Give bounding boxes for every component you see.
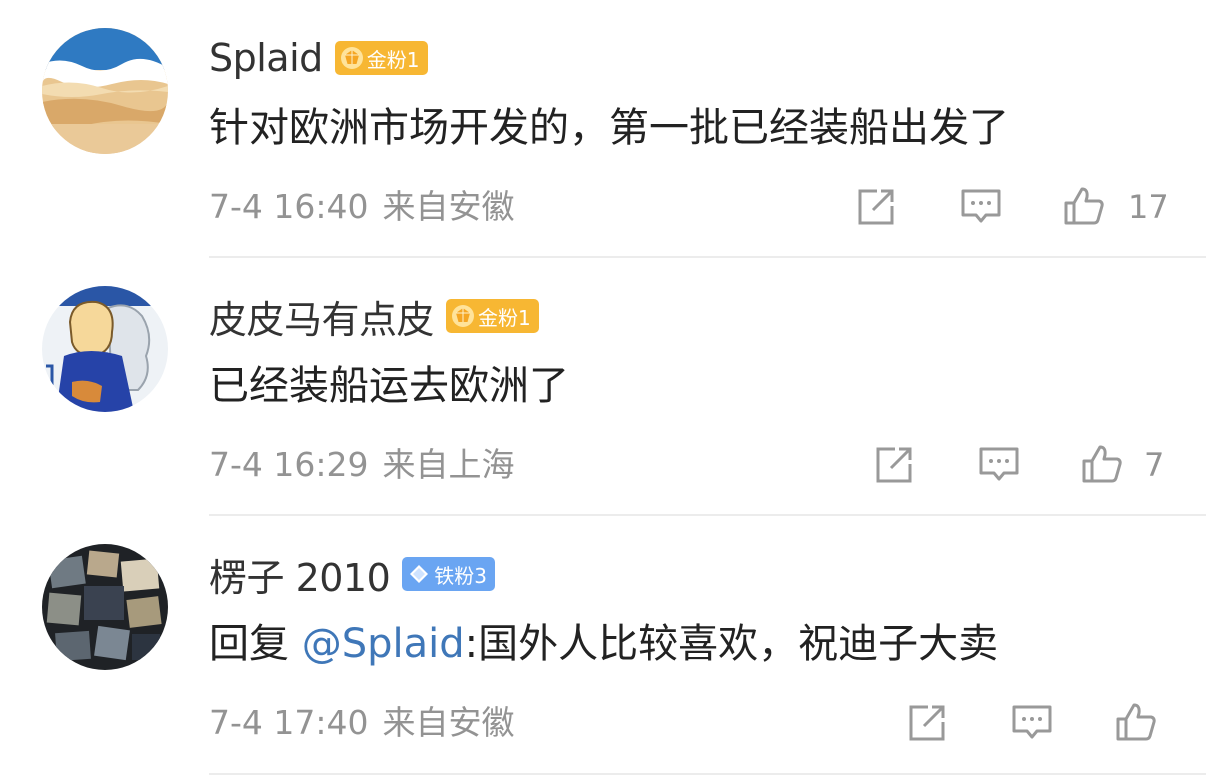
comment-button[interactable] — [978, 444, 1020, 486]
beach-avatar-icon — [42, 28, 168, 154]
comment-icon — [979, 447, 1019, 481]
name-row: Splaid 金粉1 — [209, 34, 428, 82]
like-count: 7 — [1144, 446, 1165, 484]
reply-prefix: 回复 — [209, 621, 302, 667]
comment-location: 来自安徽 — [382, 703, 515, 742]
reply-body: :国外人比较喜欢，祝迪子大卖 — [464, 621, 999, 667]
comment-location: 来自安徽 — [382, 187, 515, 226]
divider — [209, 773, 1206, 775]
username[interactable]: Splaid — [209, 36, 323, 80]
badge-label: 金粉1 — [478, 305, 531, 330]
like-button[interactable] — [1081, 443, 1123, 485]
user-avatar[interactable] — [42, 286, 168, 412]
like-button[interactable] — [1063, 185, 1105, 227]
comment-time: 7-4 16:29 — [209, 445, 369, 484]
comment-button[interactable] — [960, 186, 1002, 228]
comment-button[interactable] — [1011, 702, 1053, 744]
comment-item: 楞子 2010 铁粉3 回复 @Splaid:国外人比较喜欢，祝迪子大卖 7-4… — [0, 516, 1206, 776]
share-button[interactable] — [855, 186, 897, 228]
like-button[interactable] — [1115, 701, 1157, 743]
comment-text: 回复 @Splaid:国外人比较喜欢，祝迪子大卖 — [209, 619, 998, 669]
comment-icon — [961, 189, 1001, 223]
fan-badge: 铁粉3 — [402, 557, 496, 591]
name-row: 皮皮马有点皮 金粉1 — [209, 292, 539, 342]
comment-meta: 7-4 17:40 来自安徽 — [209, 702, 515, 744]
comment-text: 针对欧洲市场开发的，第一批已经装船出发了 — [209, 105, 1009, 151]
share-icon — [858, 189, 894, 225]
username[interactable]: 楞子 2010 — [209, 547, 391, 602]
name-row: 楞子 2010 铁粉3 — [209, 550, 496, 600]
cartoon-avatar-icon — [42, 286, 168, 412]
comment-meta: 7-4 16:29 来自上海 — [209, 444, 515, 486]
comment-item: Splaid 金粉1 针对欧洲市场开发的，第一批已经装船出发了 7-4 16:4… — [0, 0, 1206, 258]
comment-time: 7-4 17:40 — [209, 703, 369, 742]
badge-label: 铁粉3 — [434, 563, 488, 588]
share-icon — [909, 705, 945, 741]
fan-badge: 金粉1 — [446, 299, 539, 333]
thumbs-up-icon — [1116, 703, 1156, 741]
collage-avatar-icon — [42, 544, 168, 670]
gem-icon — [452, 305, 475, 327]
comment-time: 7-4 16:40 — [209, 187, 369, 226]
fan-badge: 金粉1 — [334, 41, 428, 75]
diamond-icon — [410, 565, 429, 583]
comment-icon — [1012, 705, 1052, 739]
comment-meta: 7-4 16:40 来自安徽 — [209, 186, 515, 228]
mention-link[interactable]: @Splaid — [302, 621, 465, 667]
like-count: 17 — [1128, 188, 1169, 226]
comment-location: 来自上海 — [382, 445, 515, 484]
share-button[interactable] — [906, 702, 948, 744]
comment-item: 皮皮马有点皮 金粉1 已经装船运去欧洲了 7-4 16:29 来自上海 7 — [0, 258, 1206, 516]
user-avatar[interactable] — [42, 544, 168, 670]
gem-icon — [340, 47, 363, 69]
user-avatar[interactable] — [42, 28, 168, 154]
thumbs-up-icon — [1064, 187, 1104, 225]
share-icon — [876, 447, 912, 483]
comment-text: 已经装船运去欧洲了 — [209, 363, 569, 409]
badge-label: 金粉1 — [366, 47, 420, 72]
username[interactable]: 皮皮马有点皮 — [209, 289, 435, 344]
share-button[interactable] — [873, 444, 915, 486]
thumbs-up-icon — [1082, 445, 1122, 483]
